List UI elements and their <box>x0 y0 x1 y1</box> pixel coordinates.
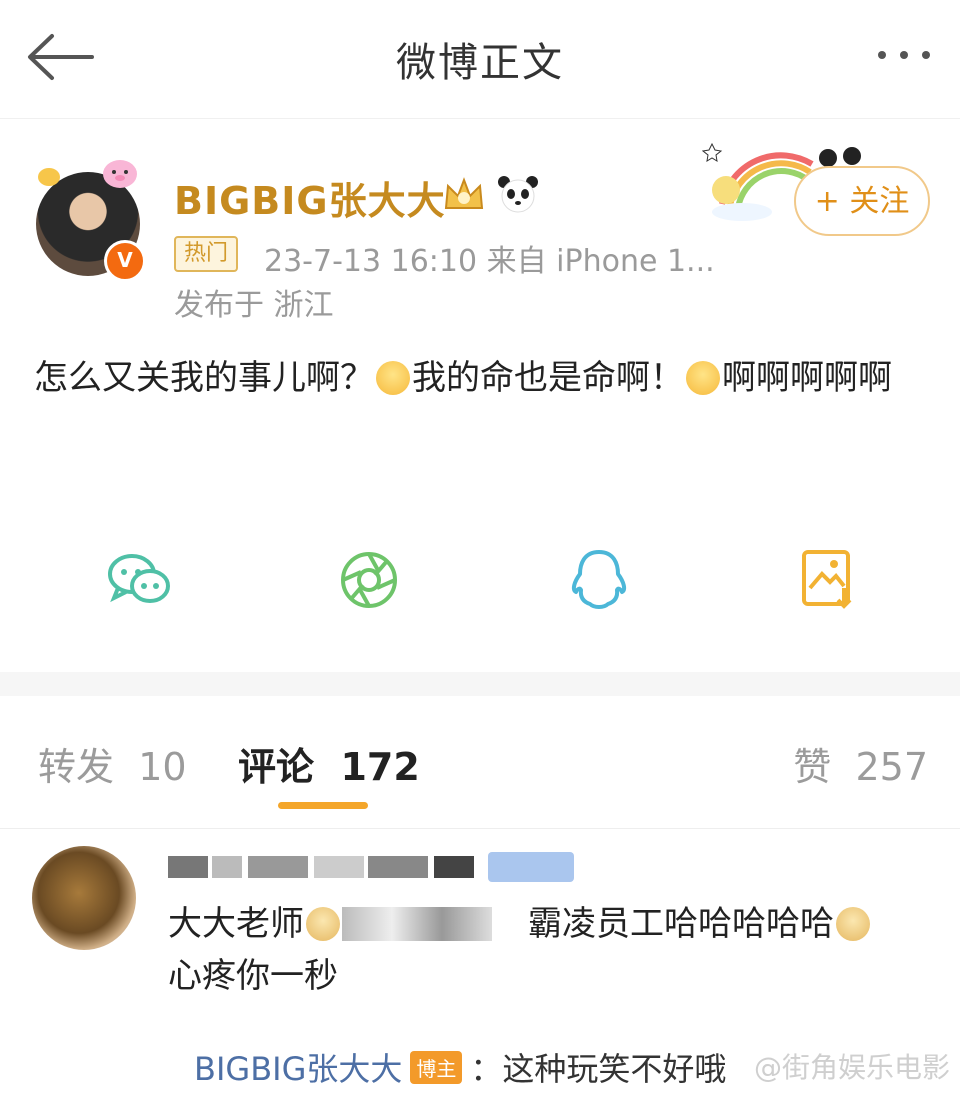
page-title: 微博正文 <box>396 40 564 86</box>
verified-badge-icon: V <box>104 240 146 282</box>
tab-comment-label: 评论 <box>238 745 315 789</box>
reply-text: ：这种玩笑不好哦 <box>470 1050 727 1088</box>
panda-badge-icon[interactable] <box>496 174 540 214</box>
save-image-icon[interactable] <box>796 548 866 612</box>
comment-text-part2: 霸凌员工哈哈哈哈哈 <box>528 904 834 944</box>
tab-repost-count: 10 <box>138 745 187 789</box>
hot-tag: 热门 <box>174 236 239 272</box>
post-content: 怎么又关我的事儿啊？ 我的命也是命啊！ 啊啊啊啊啊 <box>34 352 934 404</box>
crying-face-emoji-icon <box>686 361 720 395</box>
comment-text-part3: 心疼你一秒 <box>168 956 338 996</box>
wechat-share-icon[interactable] <box>104 548 174 612</box>
post-location: 发布于 浙江 <box>174 288 334 323</box>
tab-like-label: 赞 <box>793 745 832 789</box>
tab-comment-count: 172 <box>340 745 420 789</box>
pig-decoration-icon <box>100 154 140 190</box>
post-text-part3: 啊啊啊啊啊 <box>722 358 892 398</box>
qq-share-icon[interactable] <box>564 548 634 612</box>
watermark: @街角娱乐电影 <box>753 1051 950 1084</box>
post-meta: 23-7-13 16:10 来自 iPhone 1... <box>264 244 715 279</box>
author-reply[interactable]: BIGBIG张大大 博主 ：这种玩笑不好哦 <box>194 1044 726 1090</box>
star-decoration-icon <box>38 168 60 186</box>
post-text-part2: 我的命也是命啊！ <box>412 358 684 398</box>
author-badge: 博主 <box>410 1051 463 1084</box>
commenter-avatar[interactable] <box>32 846 136 950</box>
tab-like-count: 257 <box>855 745 928 789</box>
more-options-icon[interactable] <box>874 40 934 70</box>
comment-text-part1: 大大老师 <box>168 904 304 944</box>
doge-emoji-icon <box>836 907 870 941</box>
follow-button[interactable]: + 关注 <box>794 166 930 236</box>
active-tab-indicator <box>278 802 368 809</box>
tab-repost[interactable]: 转发 10 <box>38 736 187 791</box>
crown-badge-icon[interactable] <box>442 174 486 214</box>
doge-emoji-icon <box>306 907 340 941</box>
comment-text: 大大老师 霸凌员工哈哈哈哈哈 心疼你一秒 <box>168 898 938 1002</box>
reply-author-name[interactable]: BIGBIG张大大 <box>194 1050 402 1088</box>
tab-like[interactable]: 赞 257 <box>793 736 928 791</box>
tab-comment[interactable]: 评论 172 <box>238 736 420 791</box>
header-divider <box>0 118 960 119</box>
section-gap <box>0 672 960 696</box>
post-text-part1: 怎么又关我的事儿啊？ <box>34 358 374 398</box>
sad-face-emoji-icon <box>376 361 410 395</box>
moments-share-icon[interactable] <box>334 548 404 612</box>
commenter-name-blurred[interactable] <box>168 848 578 884</box>
tab-repost-label: 转发 <box>38 745 115 789</box>
blurred-text <box>342 907 492 941</box>
tabs-divider <box>0 828 960 829</box>
author-name[interactable]: BIGBIG张大大 <box>174 170 446 225</box>
